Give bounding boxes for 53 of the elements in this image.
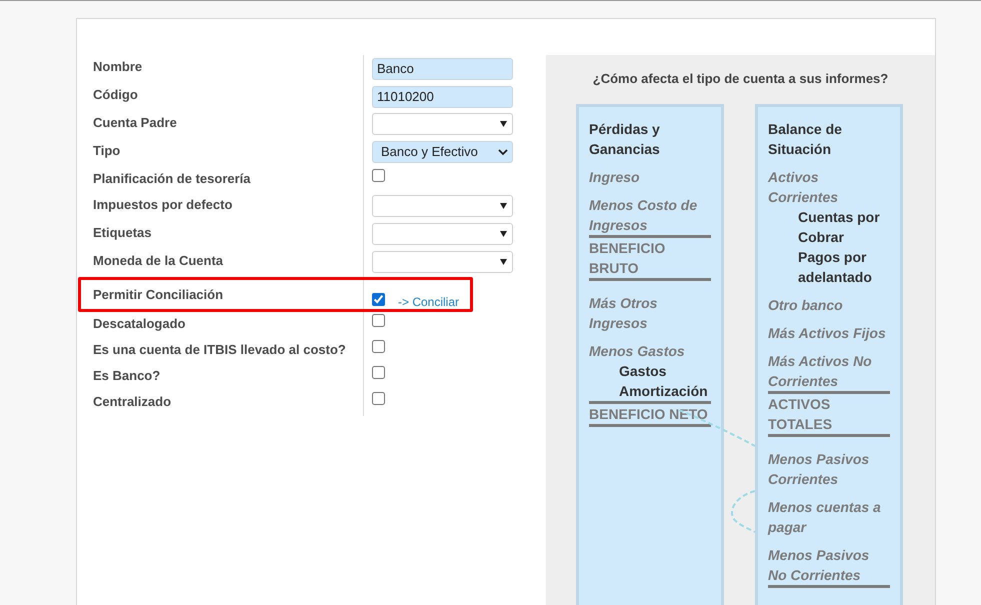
report-total: BENEFICIO NETO — [589, 400, 711, 426]
chevron-down-icon — [498, 148, 508, 156]
dropdown-caret-icon — [500, 259, 507, 265]
select-field[interactable]: Banco y Efectivo — [372, 141, 513, 163]
report-total: ACTIVOS TOTALES — [768, 390, 890, 436]
checkbox[interactable] — [372, 366, 385, 379]
field-label: Centralizado — [93, 394, 172, 409]
field-label: Planificación de tesorería — [93, 171, 251, 186]
checkbox[interactable] — [372, 169, 385, 182]
field-label: Impuestos por defecto — [93, 197, 232, 212]
reconcile-link[interactable]: -> Conciliar — [398, 293, 460, 311]
report-line: Más Activos No Corrientes — [768, 352, 873, 390]
report-line: Menos Pasivos Corrientes — [768, 450, 870, 488]
report-line: Más Activos Fijos — [768, 324, 887, 342]
report-heading: Pérdidas y Ganancias — [589, 120, 661, 158]
text-field[interactable]: Banco — [372, 58, 513, 80]
field-label: Permitir Conciliación — [93, 287, 224, 302]
field-label: Nombre — [93, 59, 142, 74]
dropdown-field[interactable] — [372, 223, 513, 245]
help-title: ¿Cómo afecta el tipo de cuenta a sus informes? — [592, 70, 890, 88]
report-heading: Balance de Situación — [768, 120, 843, 158]
report-subline: Gastos — [618, 362, 668, 380]
report-subline: Pagos por adelantado — [797, 248, 873, 286]
field-label: Etiquetas — [93, 225, 152, 240]
checkbox[interactable] — [372, 392, 385, 405]
checkbox[interactable] — [372, 340, 385, 353]
report-line: Menos Costo de Ingresos — [589, 196, 698, 234]
report-total: BENEFICIO BRUTO — [589, 234, 711, 280]
field-label: Es Banco? — [93, 368, 160, 383]
report-line: Menos cuentas a pagar — [768, 498, 882, 536]
report-line: Más Otros Ingresos — [589, 294, 658, 332]
report-line: Otro banco — [768, 296, 844, 314]
field-label: Moneda de la Cuenta — [93, 253, 224, 268]
dropdown-field[interactable] — [372, 251, 513, 273]
report-line: Menos Gastos — [589, 342, 686, 360]
checkbox[interactable] — [372, 314, 385, 327]
text-field[interactable]: 11010200 — [372, 86, 513, 108]
report-line: Activos Corrientes — [768, 168, 840, 206]
field-label: Es una cuenta de ITBIS llevado al costo? — [93, 342, 346, 357]
report-subline: Amortización — [618, 382, 709, 400]
checkbox[interactable] — [372, 292, 385, 306]
field-label: Descatalogado — [93, 316, 186, 331]
report-subline: Cuentas por Cobrar — [797, 208, 881, 246]
dropdown-caret-icon — [500, 121, 507, 127]
report-line: Menos Pasivos No Corrientes — [768, 544, 890, 588]
field-label: Código — [93, 87, 138, 102]
dropdown-caret-icon — [500, 203, 507, 209]
field-label: Cuenta Padre — [93, 115, 177, 130]
dropdown-field[interactable] — [372, 113, 513, 135]
report-line: Ingreso — [589, 168, 641, 186]
dropdown-caret-icon — [500, 231, 507, 237]
dropdown-field[interactable] — [372, 195, 513, 217]
field-label: Tipo — [93, 143, 120, 158]
